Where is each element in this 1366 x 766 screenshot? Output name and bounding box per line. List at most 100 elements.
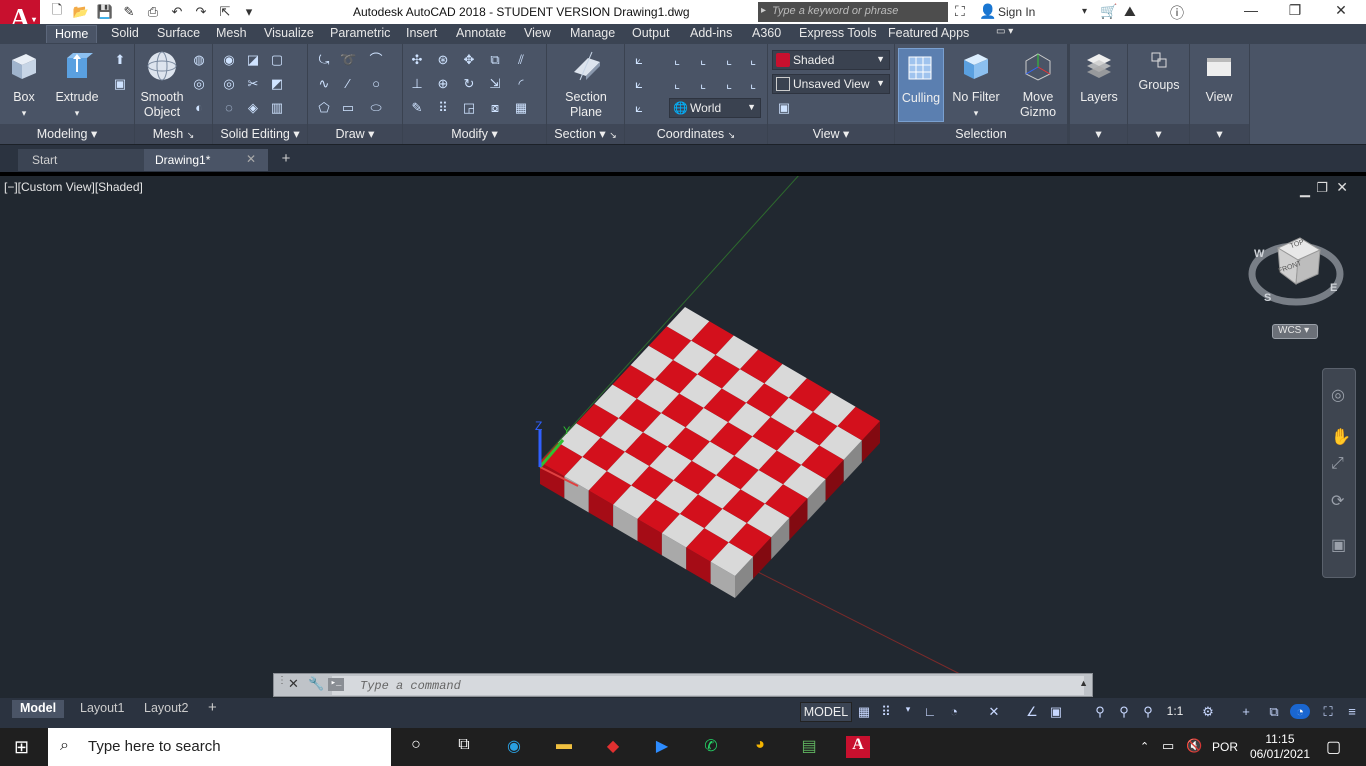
3d-rotate-icon[interactable]: ⊛ <box>435 52 451 68</box>
helix-icon[interactable]: ➰ <box>340 52 356 68</box>
compass-south[interactable]: S <box>1264 292 1271 304</box>
language-indicator[interactable]: POR <box>1212 740 1238 754</box>
tab-annotate[interactable]: Annotate <box>456 26 506 44</box>
smooth-less-icon[interactable]: ◎ <box>191 76 207 92</box>
offset-icon[interactable]: ⧇ <box>487 100 503 116</box>
ucs-named-icon[interactable]: ⌞ <box>669 52 685 68</box>
tab-view[interactable]: View <box>524 26 551 44</box>
ucs-face-icon[interactable]: ⟀ <box>631 100 647 116</box>
ucs-origin-icon[interactable]: ⟀ <box>631 76 647 92</box>
ribbon-minimize-icon[interactable]: ▭ ▾ <box>996 26 1013 44</box>
plus-icon[interactable]: + <box>1236 704 1256 719</box>
groups-button[interactable]: Groups <box>1134 50 1184 93</box>
spline-icon[interactable]: ∿ <box>316 76 332 92</box>
rotate-icon[interactable]: ↻ <box>461 76 477 92</box>
view-button[interactable]: View <box>1196 50 1242 105</box>
task-view-icon[interactable]: ⧉ <box>452 736 476 758</box>
annotation-visibility-icon[interactable]: ⚲ <box>1090 704 1110 720</box>
cart-icon[interactable]: 🛒 <box>1100 3 1117 20</box>
rectangle-icon[interactable]: ▭ <box>340 100 356 116</box>
polyline-icon[interactable]: ⤿ <box>316 52 332 68</box>
tab-express-tools[interactable]: Express Tools <box>799 26 877 44</box>
project-icon[interactable]: ▤ <box>797 736 821 758</box>
chrome-icon[interactable]: ◕ <box>748 736 772 758</box>
layers-button[interactable]: Layers <box>1076 50 1122 105</box>
annotation-scale-icon[interactable]: ⚲ <box>1138 704 1158 720</box>
customize-wrench-icon[interactable]: 🔧 <box>308 676 324 692</box>
tab-manage[interactable]: Manage <box>570 26 615 44</box>
windows-start-icon[interactable]: ⊞ <box>14 737 29 758</box>
gear-icon[interactable]: ⚙ <box>1198 704 1218 720</box>
3d-align-icon[interactable]: ⊥ <box>409 76 425 92</box>
save-as-icon[interactable]: ✎ <box>120 4 138 20</box>
ucs-view-icon[interactable]: ⌞ <box>745 52 761 68</box>
tab-a360[interactable]: A360 <box>752 26 781 44</box>
layout-tab-layout2[interactable]: Layout2 <box>136 700 196 718</box>
visual-style-dropdown[interactable]: Shaded ▼ <box>772 50 890 70</box>
subtract-icon[interactable]: ◎ <box>221 76 237 92</box>
section-plane-button[interactable]: Section Plane <box>557 50 615 120</box>
stretch-icon[interactable]: ⇲ <box>487 76 503 92</box>
steering-wheel-icon[interactable]: ◎ <box>1331 385 1345 405</box>
trim-icon[interactable]: ⫽ <box>513 52 529 68</box>
maximize-button[interactable]: ❐ <box>1280 2 1310 19</box>
smooth-object-button[interactable]: Smooth Object <box>139 50 185 120</box>
extract-edges-icon[interactable]: ▢ <box>269 52 285 68</box>
panel-expand-layers[interactable]: ▾ <box>1070 126 1127 141</box>
file-tab-drawing[interactable]: Drawing1* ✕ <box>144 149 268 171</box>
wcs-menu[interactable]: WCS ▾ <box>1272 324 1318 339</box>
panel-title-modify[interactable]: Modify ▾ <box>403 126 546 141</box>
drawing-viewport[interactable]: [−][Custom View][Shaded] ▁ ❐ ✕ Z Y TOP F… <box>0 176 1366 698</box>
taskbar-search-input[interactable]: ⌕ Type here to search <box>48 728 391 766</box>
autodesk-a360-icon[interactable]: ⛰ <box>1124 3 1136 20</box>
zoom-icon[interactable]: ▶ <box>650 736 674 758</box>
tab-add-ins[interactable]: Add-ins <box>690 26 732 44</box>
named-view-dropdown[interactable]: Unsaved View ▼ <box>772 74 890 94</box>
new-tab-button[interactable]: + <box>276 149 296 171</box>
no-filter-button[interactable]: No Filter ▾ <box>951 50 1001 121</box>
osnap-icon[interactable]: ∠ <box>1022 704 1042 720</box>
auto-scale-icon[interactable]: ⚲ <box>1114 704 1134 720</box>
fillet-icon[interactable]: ◜ <box>513 76 529 92</box>
close-command-icon[interactable]: ✕ <box>288 676 299 692</box>
line-icon[interactable]: ⁄ <box>340 76 356 92</box>
hardware-acceleration-icon[interactable]: ◔ <box>1290 704 1310 719</box>
open-icon[interactable]: 📂 <box>72 4 90 20</box>
ucs-y-icon[interactable]: ⌞ <box>695 76 711 92</box>
panel-title-modeling[interactable]: Modeling ▾ <box>0 126 134 141</box>
smooth-more-icon[interactable]: ◍ <box>191 52 207 68</box>
command-input[interactable]: ▸_ Type a command <box>328 676 1084 695</box>
ortho-icon[interactable]: ∟ <box>920 704 940 719</box>
tab-visualize[interactable]: Visualize <box>264 26 314 44</box>
share-icon[interactable]: ⇱ <box>216 4 234 20</box>
ucs-z-icon[interactable]: ⌞ <box>721 76 737 92</box>
chevron-down-icon[interactable]: ▾ <box>1082 6 1087 17</box>
tab-solid[interactable]: Solid <box>111 26 139 44</box>
compass-west[interactable]: W <box>1254 248 1264 260</box>
close-button[interactable]: ✕ <box>1326 2 1356 19</box>
3d-osnap-icon[interactable]: ▣ <box>1046 704 1066 720</box>
tab-surface[interactable]: Surface <box>157 26 200 44</box>
layout-tab-layout1[interactable]: Layout1 <box>72 700 132 718</box>
whatsapp-icon[interactable]: ✆ <box>699 736 723 758</box>
extrude-faces-icon[interactable]: ◩ <box>269 76 285 92</box>
tab-home[interactable]: Home <box>46 25 98 43</box>
file-tab-start[interactable]: Start <box>18 149 144 171</box>
viewcube[interactable]: TOP FRONT W S E <box>1248 226 1344 322</box>
extrude-button[interactable]: Extrude ▾ <box>54 50 100 121</box>
customize-qat-icon[interactable]: ▾ <box>240 4 258 20</box>
tab-featured-apps[interactable]: Featured Apps <box>888 26 969 44</box>
copy-icon[interactable]: ⧉ <box>487 52 503 68</box>
edge-icon[interactable]: ◉ <box>502 736 526 758</box>
battery-icon[interactable]: ▭ <box>1162 738 1174 754</box>
file-explorer-icon[interactable]: ▬ <box>552 736 576 758</box>
layout-tab-model[interactable]: Model <box>12 700 65 718</box>
polysolid-icon[interactable]: ▣ <box>112 76 128 92</box>
interfere-icon[interactable]: ◪ <box>245 52 261 68</box>
3d-mirror-icon[interactable]: ⊕ <box>435 76 451 92</box>
add-layout-button[interactable]: + <box>200 698 225 716</box>
panel-expand-groups[interactable]: ▾ <box>1128 126 1189 141</box>
scale-icon[interactable]: ◲ <box>461 100 477 116</box>
ucs-icon[interactable]: ⟀ <box>631 52 647 68</box>
viewport-config-icon[interactable]: ▣ <box>776 100 792 116</box>
